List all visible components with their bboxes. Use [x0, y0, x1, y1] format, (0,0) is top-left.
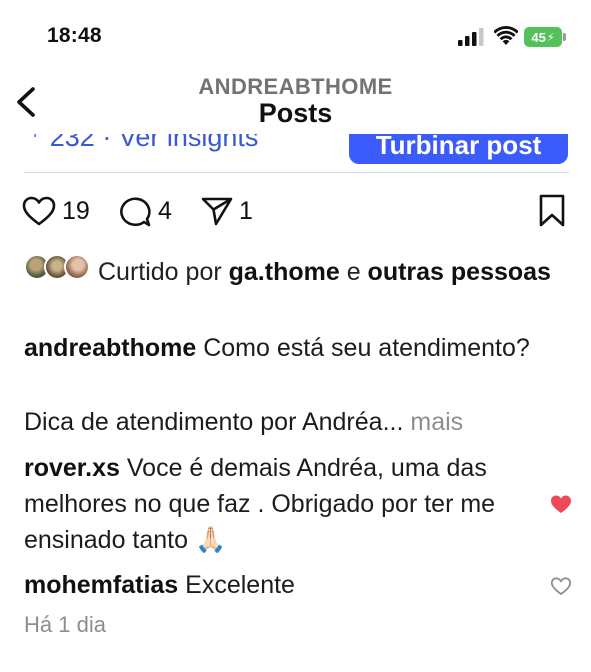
comment-item: mohemfatias Excelente	[24, 567, 544, 603]
comment-icon[interactable]	[118, 195, 152, 227]
caption-line-2: Dica de atendimento por Andréa... mais	[24, 404, 544, 440]
comment-username[interactable]: rover.xs	[24, 454, 120, 482]
liked-by-others[interactable]: outras pessoas	[368, 258, 551, 286]
share-icon[interactable]	[201, 196, 233, 226]
comment-item: rover.xs Voce é demais Andréa, uma das m…	[24, 450, 524, 558]
insights-icon: ⁺	[28, 134, 50, 152]
divider	[24, 172, 569, 173]
share-count: 1	[239, 196, 253, 225]
wifi-icon	[494, 26, 518, 45]
comment-username[interactable]: mohemfatias	[24, 571, 178, 599]
page-title: Posts	[258, 98, 333, 128]
liked-by-text[interactable]: Curtido por ga.thome e outras pessoas	[98, 254, 568, 290]
comment-like-filled-icon[interactable]	[550, 494, 572, 514]
cellular-signal-icon	[458, 28, 484, 46]
post-caption: andreabthome Como está seu atendimento?	[24, 330, 544, 366]
view-insights-link[interactable]: ⁺ 232 · Ver insights	[28, 134, 258, 153]
share-action[interactable]: 1	[201, 194, 253, 228]
comment-action[interactable]: 4	[118, 194, 172, 228]
liked-by-user[interactable]: ga.thome	[229, 258, 340, 286]
status-time: 18:48	[47, 24, 102, 47]
bookmark-icon[interactable]	[537, 194, 567, 228]
caption-line-2-text: Dica de atendimento por Andréa...	[24, 408, 404, 436]
comment-text: Excelente	[178, 571, 295, 599]
more-link[interactable]: mais	[403, 408, 463, 436]
battery-indicator: 45 ⚡	[524, 27, 562, 47]
charging-bolt-icon: ⚡	[546, 31, 555, 44]
comment-count: 4	[158, 196, 172, 225]
comment-like-icon[interactable]	[550, 576, 572, 596]
caption-username[interactable]: andreabthome	[24, 334, 196, 362]
heart-icon[interactable]	[22, 196, 56, 226]
like-action[interactable]: 19	[22, 194, 90, 228]
post-timestamp: Há 1 dia	[24, 612, 106, 637]
like-count: 19	[62, 196, 90, 225]
header-username: ANDREABTHOME	[198, 74, 393, 99]
insights-strip: ⁺ 232 · Ver insights Turbinar post	[0, 134, 591, 166]
avatar	[64, 254, 90, 280]
battery-tip	[563, 33, 566, 41]
caption-text: Como está seu atendimento?	[196, 334, 530, 362]
boost-post-button[interactable]: Turbinar post	[349, 134, 568, 164]
